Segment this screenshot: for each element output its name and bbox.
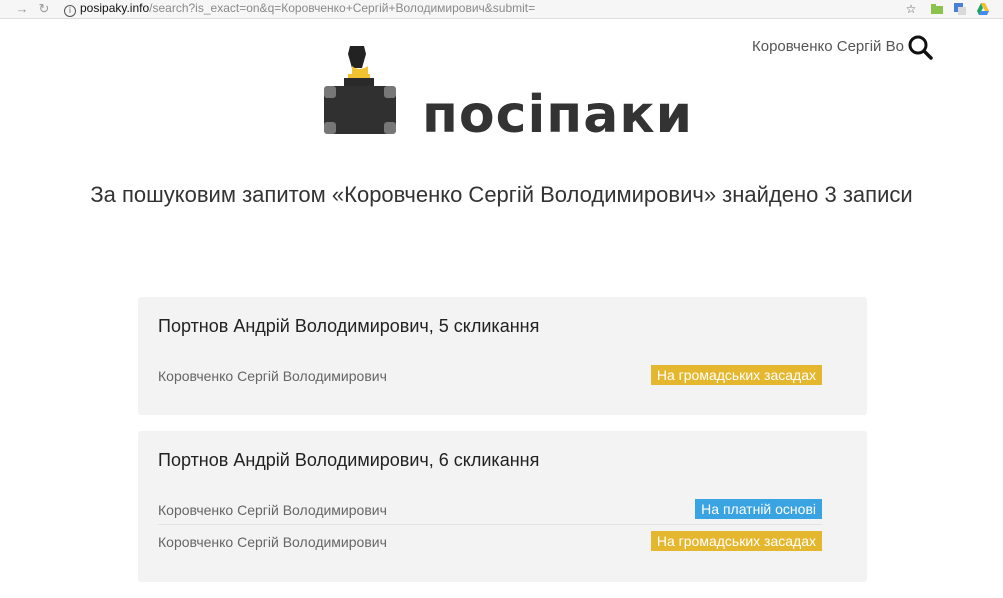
- url-host: posipaky.info: [80, 1, 150, 15]
- card-title[interactable]: Портнов Андрій Володимирович, 5 скликанн…: [158, 316, 539, 337]
- info-icon[interactable]: i: [64, 5, 76, 17]
- list-item: Коровченко Сергій Володимирович На грома…: [158, 531, 822, 565]
- search-icon[interactable]: [907, 34, 933, 60]
- search-input[interactable]: Коровченко Сергій Володимирович: [752, 38, 904, 55]
- reload-icon[interactable]: ↻: [36, 1, 52, 17]
- bookmark-star-icon[interactable]: ☆: [904, 2, 918, 16]
- divider: [158, 524, 822, 525]
- minion-suitcase-icon: [324, 46, 396, 134]
- status-badge: На громадських засадах: [650, 365, 822, 385]
- site-logo[interactable]: посіпаки: [322, 46, 692, 156]
- back-arrow-icon[interactable]: →: [14, 1, 30, 17]
- logo-text: посіпаки: [422, 85, 694, 145]
- status-badge: На громадських засадах: [650, 531, 822, 551]
- url-path: /search?is_exact=on&q=Коровченко+Сергій+…: [149, 1, 536, 15]
- extension-translate-icon[interactable]: [953, 2, 967, 16]
- entry-name[interactable]: Коровченко Сергій Володимирович: [158, 533, 387, 551]
- entry-name[interactable]: Коровченко Сергій Володимирович: [158, 501, 387, 519]
- status-badge: На платній основі: [695, 499, 822, 519]
- entry-name[interactable]: Коровченко Сергій Володимирович: [158, 367, 387, 385]
- page-title: За пошуковим запитом «Коровченко Сергій …: [90, 182, 913, 207]
- result-card: Портнов Андрій Володимирович, 5 скликанн…: [138, 297, 867, 415]
- page: Коровченко Сергій Володимирович посіпаки…: [0, 19, 1003, 598]
- list-item: Коровченко Сергій Володимирович На грома…: [158, 365, 822, 399]
- card-title[interactable]: Портнов Андрій Володимирович, 6 скликанн…: [158, 450, 539, 471]
- address-bar[interactable]: i posipaky.info/search?is_exact=on&q=Коро…: [58, 0, 924, 17]
- google-drive-icon[interactable]: [976, 2, 990, 16]
- extension-folder-icon[interactable]: [930, 2, 944, 16]
- result-card: Портнов Андрій Володимирович, 6 скликанн…: [138, 431, 867, 582]
- browser-toolbar: → ↻ i posipaky.info/search?is_exact=on&q=…: [0, 0, 1003, 19]
- list-item: Коровченко Сергій Володимирович На платн…: [158, 499, 822, 533]
